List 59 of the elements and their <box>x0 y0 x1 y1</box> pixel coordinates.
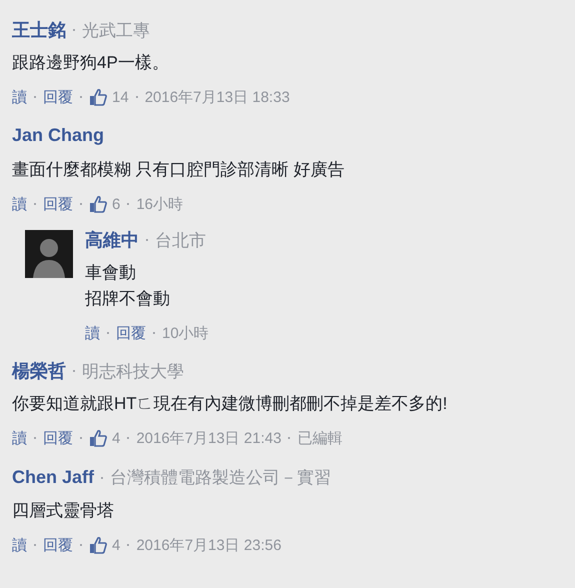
commenter-name[interactable]: 楊榮哲 <box>12 359 66 383</box>
thumbs-up-icon <box>89 536 107 554</box>
thumbs-up-icon <box>89 88 107 106</box>
separator-dot <box>80 96 82 98</box>
reply-link[interactable]: 回覆 <box>43 536 73 554</box>
commenter-name[interactable]: Chen Jaff <box>12 467 94 488</box>
like-link[interactable]: 讀 <box>12 194 27 214</box>
separator-dot <box>153 332 155 334</box>
separator-dot <box>136 96 138 98</box>
avatar-silhouette[interactable] <box>25 230 73 278</box>
comment-text: 車會動 <box>85 262 137 284</box>
commenter-name[interactable]: 高維中 <box>85 228 139 252</box>
reply-link[interactable]: 回覆 <box>43 88 73 106</box>
separator-dot <box>80 437 82 439</box>
comment-time[interactable]: 16小時 <box>136 194 184 214</box>
comment-time[interactable]: 2016年7月13日 21:43 <box>136 428 282 448</box>
comment-text: 跟路邊野狗4P一樣。 <box>12 52 170 74</box>
comment-time[interactable]: 2016年7月13日 18:33 <box>144 88 290 106</box>
separator-dot <box>80 203 82 205</box>
separator-dot <box>34 437 36 439</box>
separator-dot <box>34 203 36 205</box>
comment-text: 招牌不會動 <box>85 288 171 310</box>
commenter-name[interactable]: Jan Chang <box>12 125 104 146</box>
like-link[interactable]: 讀 <box>12 88 27 106</box>
reply-link[interactable]: 回覆 <box>43 428 73 448</box>
comment-time[interactable]: 2016年7月13日 23:56 <box>136 536 282 554</box>
comment-text: 你要知道就跟HTㄈ現在有內建微博刪都刪不掉是差不多的! <box>12 393 448 415</box>
commenter-name[interactable]: 王士銘 <box>12 18 66 42</box>
like-count: 6 <box>112 196 120 212</box>
thumbs-up-icon <box>89 195 107 213</box>
reply-link[interactable]: 回覆 <box>116 324 146 342</box>
like-link[interactable]: 讀 <box>12 536 27 554</box>
commenter-affiliation: 明志科技大學 <box>82 361 184 383</box>
separator-dot <box>127 203 130 205</box>
separator-dot <box>73 370 75 372</box>
separator-dot <box>101 477 104 479</box>
comment-time[interactable]: 10小時 <box>162 324 209 342</box>
separator-dot <box>127 544 130 546</box>
separator-dot <box>34 544 36 546</box>
like-count: 14 <box>112 88 129 106</box>
comment-text: 四層式靈骨塔 <box>12 500 115 522</box>
edited-label[interactable]: 已編輯 <box>297 428 342 448</box>
separator-dot <box>288 437 290 439</box>
like-count: 4 <box>112 536 120 554</box>
reply-link[interactable]: 回覆 <box>43 194 73 214</box>
separator-dot <box>73 29 75 31</box>
commenter-affiliation: 台北市 <box>155 230 206 252</box>
like-link[interactable]: 讀 <box>85 324 100 342</box>
thumbs-up-icon <box>89 429 107 447</box>
separator-dot <box>34 96 36 98</box>
separator-dot <box>80 544 82 546</box>
like-count: 4 <box>112 430 120 446</box>
separator-dot <box>146 239 148 241</box>
comment-text: 畫面什麼都模糊 只有口腔門診部清晰 好廣告 <box>12 159 344 181</box>
commenter-affiliation: 光武工專 <box>82 20 150 42</box>
separator-dot <box>107 332 109 334</box>
commenter-affiliation: 台灣積體電路製造公司－實習 <box>110 467 332 489</box>
separator-dot <box>127 437 130 439</box>
like-link[interactable]: 讀 <box>12 428 27 448</box>
